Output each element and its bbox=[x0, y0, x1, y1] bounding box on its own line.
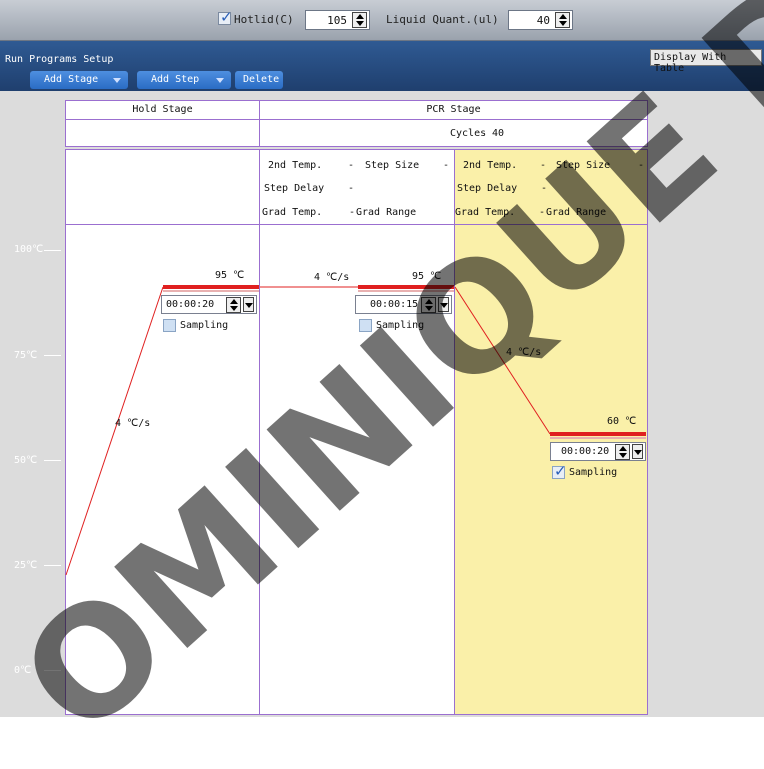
hold-time-box[interactable]: 00:00:20 bbox=[161, 295, 257, 314]
step2-time: 00:00:20 bbox=[561, 446, 610, 457]
hold-sampling-label: Sampling bbox=[180, 320, 229, 331]
step2-sampling-label: Sampling bbox=[569, 467, 618, 478]
up-down-spinner-icon[interactable] bbox=[226, 297, 241, 313]
chevron-down-icon[interactable] bbox=[632, 444, 643, 459]
hold-ramp-rate[interactable]: 4 ℃/s bbox=[115, 418, 150, 429]
hold-sampling-checkbox[interactable] bbox=[163, 319, 176, 332]
hold-temp[interactable]: 95 ℃ bbox=[215, 270, 244, 281]
chevron-down-icon[interactable] bbox=[243, 297, 254, 312]
step2-temp[interactable]: 60 ℃ bbox=[607, 416, 636, 427]
step2-temp-line[interactable] bbox=[550, 432, 646, 439]
hold-time: 00:00:20 bbox=[166, 299, 215, 310]
hold-temp-line[interactable] bbox=[163, 285, 259, 292]
step2-time-box[interactable]: 00:00:20 bbox=[550, 442, 646, 461]
up-down-spinner-icon[interactable] bbox=[615, 444, 630, 460]
step2-sampling-checkbox[interactable]: ✓ bbox=[552, 462, 567, 480]
checkmark-icon: ✓ bbox=[554, 462, 567, 480]
step1-ramp-rate[interactable]: 4 ℃/s bbox=[314, 272, 349, 283]
